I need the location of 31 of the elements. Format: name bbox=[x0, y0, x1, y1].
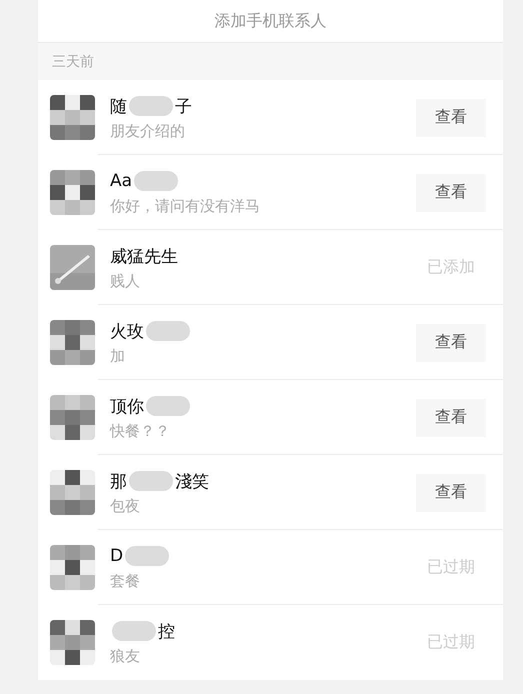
request-message: 朋友介绍的 bbox=[110, 122, 186, 141]
view-button[interactable]: 查看 bbox=[416, 324, 486, 362]
contact-name: 随 bbox=[110, 96, 127, 118]
contact-name: 火玫 bbox=[110, 320, 144, 342]
contact-name: 淺笑 bbox=[175, 470, 209, 492]
contact-name: 顶你 bbox=[110, 396, 144, 418]
contact-name: D bbox=[110, 546, 124, 566]
request-message: 你好，请问有没有洋马 bbox=[110, 197, 261, 216]
view-button[interactable]: 查看 bbox=[416, 398, 486, 436]
request-message: 狼友 bbox=[110, 647, 141, 666]
contact-name: 子 bbox=[175, 96, 192, 118]
request-message: 套餐 bbox=[110, 572, 141, 591]
view-button[interactable]: 查看 bbox=[416, 474, 486, 512]
request-message: 包夜 bbox=[110, 497, 141, 516]
view-button[interactable]: 查看 bbox=[416, 174, 486, 212]
contact-name: Aa bbox=[110, 171, 132, 191]
redaction-blur bbox=[129, 471, 173, 491]
redaction-blur bbox=[112, 621, 156, 641]
view-button[interactable]: 查看 bbox=[416, 98, 486, 136]
request-message: 贱人 bbox=[110, 272, 141, 291]
section-title: 三天前 bbox=[52, 52, 94, 70]
redaction-blur bbox=[125, 546, 170, 566]
redaction-blur bbox=[146, 396, 190, 416]
redaction-blur bbox=[134, 171, 178, 191]
contact-name: 控 bbox=[158, 620, 175, 642]
redaction-blur bbox=[146, 321, 190, 341]
request-message: 加 bbox=[110, 347, 126, 366]
contact-name: 那 bbox=[110, 470, 127, 492]
contact-name: 威猛先生 bbox=[110, 246, 178, 268]
redaction-blur bbox=[129, 96, 173, 116]
request-message: 快餐？？ bbox=[110, 422, 171, 441]
